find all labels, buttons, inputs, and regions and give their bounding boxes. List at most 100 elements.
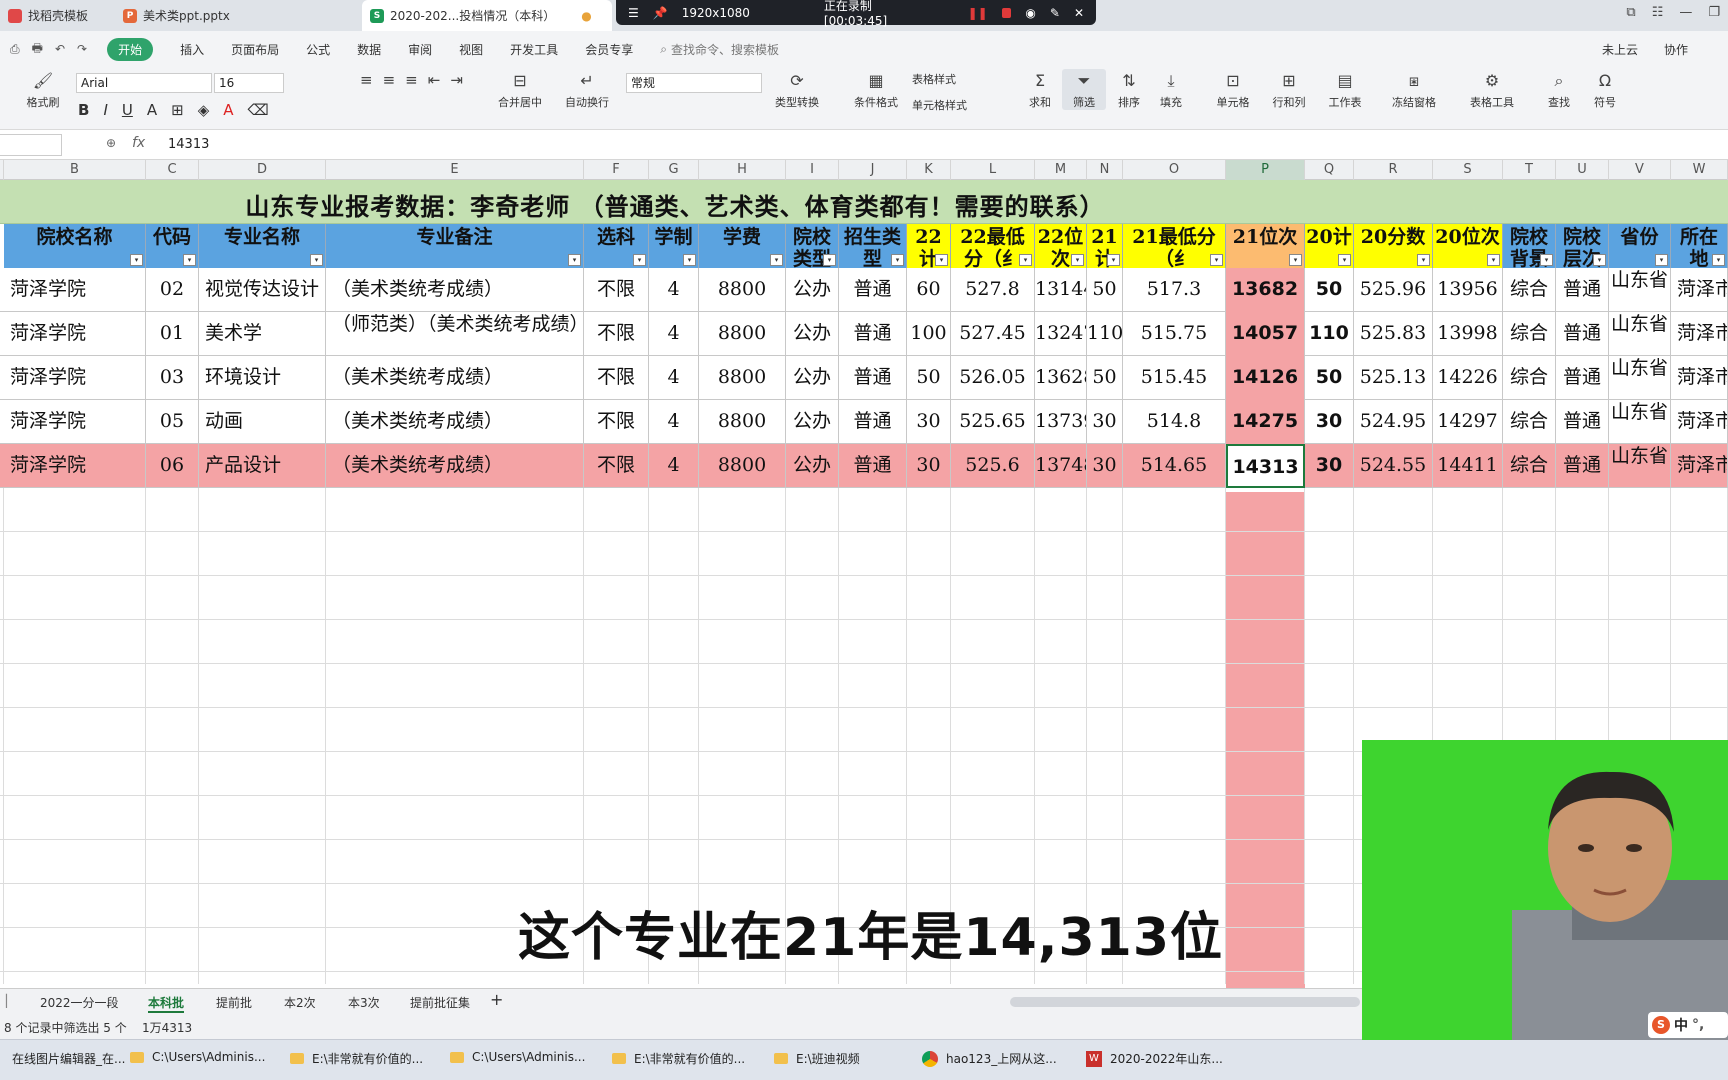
font-family-select[interactable]: Arial (76, 73, 212, 93)
cell-j[interactable]: 普通 (839, 312, 907, 356)
sum-button[interactable]: Σ 求和 (1022, 71, 1058, 110)
cell-l[interactable]: 525.65 (951, 400, 1035, 444)
column-header-k[interactable]: K (907, 160, 951, 180)
cell-t[interactable]: 综合 (1503, 268, 1556, 312)
cell-l[interactable]: 526.05 (951, 356, 1035, 400)
cell-v[interactable]: 山东省 (1609, 444, 1671, 488)
redo-icon[interactable]: ↷ (77, 42, 87, 56)
cell-r[interactable]: 524.55 (1354, 444, 1433, 488)
strikethrough-icon[interactable]: A (147, 101, 157, 119)
column-header-h[interactable]: H (699, 160, 786, 180)
filter-dropdown-icon[interactable]: ▾ (1019, 254, 1032, 266)
cell-g[interactable]: 4 (649, 268, 699, 312)
undo-icon[interactable]: ↶ (55, 42, 65, 56)
pin-icon[interactable]: 📌 (653, 6, 668, 20)
align-bottom-icon[interactable]: ≡ (405, 71, 418, 89)
menu-formula[interactable]: 公式 (306, 41, 330, 58)
sheet-tab-benke[interactable]: 本科批 (148, 994, 185, 1013)
taskbar-item[interactable]: C:\Users\Adminis... (450, 1050, 585, 1064)
cell-g[interactable]: 4 (649, 400, 699, 444)
cell-style-button[interactable]: 单元格样式 (912, 97, 1002, 113)
filter-dropdown-icon[interactable]: ▾ (770, 254, 783, 266)
column-header-q[interactable]: Q (1305, 160, 1354, 180)
cell-b[interactable]: 菏泽学院 (4, 356, 146, 400)
cell-v[interactable]: 山东省 (1609, 356, 1671, 400)
ime-indicator[interactable]: S 中 °, (1648, 1012, 1728, 1038)
menu-review[interactable]: 审阅 (408, 41, 432, 58)
taskbar-item[interactable]: C:\Users\Adminis... (130, 1050, 265, 1064)
cell-k[interactable]: 60 (907, 268, 951, 312)
formula-input[interactable]: 14313 (168, 137, 209, 152)
header-cell-u[interactable]: 院校层次 ▾ (1556, 224, 1609, 268)
column-header-c[interactable]: C (146, 160, 199, 180)
menu-icon[interactable]: ☰ (628, 6, 639, 20)
menu-start[interactable]: 开始 (107, 37, 154, 61)
format-painter-button[interactable]: 🖌 格式刷 (18, 71, 68, 110)
header-cell-o[interactable]: 21最低分（纟 ▾ (1123, 224, 1226, 268)
cell-o[interactable]: 515.45 (1123, 356, 1226, 400)
header-cell-n[interactable]: 21计 ▾ (1087, 224, 1123, 268)
cell-s[interactable]: 14297 (1433, 400, 1503, 444)
column-header-w[interactable]: W (1671, 160, 1728, 180)
sheet-tab-ben2[interactable]: 本2次 (284, 994, 316, 1011)
menu-page-layout[interactable]: 页面布局 (231, 41, 279, 58)
filter-dropdown-icon[interactable]: ▾ (1540, 254, 1553, 266)
cell-e[interactable]: （美术类统考成绩） (326, 444, 584, 488)
sheet-tab-tiqian[interactable]: 提前批 (216, 994, 252, 1011)
sort-button[interactable]: ⇅ 排序 (1110, 71, 1148, 110)
cell-h[interactable]: 8800 (699, 400, 786, 444)
cell-e[interactable]: （美术类统考成绩） (326, 268, 584, 312)
column-header-s[interactable]: S (1433, 160, 1503, 180)
cell-j[interactable]: 普通 (839, 400, 907, 444)
sheet-tab-ben3[interactable]: 本3次 (348, 994, 380, 1011)
header-cell-i[interactable]: 院校类型 ▾ (786, 224, 839, 268)
filter-dropdown-icon[interactable]: ▾ (1107, 254, 1120, 266)
find-button[interactable]: ⌕ 查找 (1540, 71, 1578, 110)
filter-dropdown-icon[interactable]: ▾ (1593, 254, 1606, 266)
cell-f[interactable]: 不限 (584, 356, 649, 400)
merge-center-button[interactable]: ⊟ 合并居中 (490, 71, 550, 110)
conditional-format-button[interactable]: ▦ 条件格式 (846, 71, 906, 110)
freeze-panes-button[interactable]: ⧆ 冻结窗格 (1384, 71, 1444, 110)
cell-r[interactable]: 524.95 (1354, 400, 1433, 444)
cell-q[interactable]: 50 (1305, 268, 1354, 312)
cell-p[interactable]: 14313 (1226, 444, 1305, 488)
cell-u[interactable]: 普通 (1556, 268, 1609, 312)
header-cell-j[interactable]: 招生类型 ▾ (839, 224, 907, 268)
font-color-icon[interactable]: A (223, 101, 233, 119)
cell-b[interactable]: 菏泽学院 (4, 400, 146, 444)
zoom-formula-icon[interactable]: ⊕ (106, 136, 116, 150)
cell-v[interactable]: 山东省 (1609, 268, 1671, 312)
cell-d[interactable]: 动画 (199, 400, 326, 444)
column-header-d[interactable]: D (199, 160, 326, 180)
cell-e[interactable]: （师范类）（美术类统考成绩） (326, 312, 584, 356)
cell-o[interactable]: 514.8 (1123, 400, 1226, 444)
cell-n[interactable]: 50 (1087, 268, 1123, 312)
cell-t[interactable]: 综合 (1503, 444, 1556, 488)
cell-w[interactable]: 菏泽市 (1671, 400, 1728, 444)
header-cell-k[interactable]: 22计 ▾ (907, 224, 951, 268)
cloud-status[interactable]: 未上云 (1602, 41, 1638, 58)
cell-i[interactable]: 公办 (786, 268, 839, 312)
cell-o[interactable]: 514.65 (1123, 444, 1226, 488)
worksheet-button[interactable]: ▤ 工作表 (1320, 71, 1370, 110)
close-icon[interactable]: ✕ (1074, 6, 1084, 20)
table-tools-button[interactable]: ⚙ 表格工具 (1462, 71, 1522, 110)
menu-view[interactable]: 视图 (459, 41, 483, 58)
cell-w[interactable]: 菏泽市 (1671, 444, 1728, 488)
cell-c[interactable]: 01 (146, 312, 199, 356)
type-convert-button[interactable]: ⟳ 类型转换 (766, 71, 828, 110)
cell-t[interactable]: 综合 (1503, 400, 1556, 444)
cell-p[interactable]: 14275 (1226, 400, 1305, 444)
cell-n[interactable]: 30 (1087, 400, 1123, 444)
cell-f[interactable]: 不限 (584, 312, 649, 356)
cell-c[interactable]: 05 (146, 400, 199, 444)
menu-developer[interactable]: 开发工具 (510, 41, 558, 58)
sheet-tab-yifenyiduan[interactable]: 2022一分一段 (40, 994, 119, 1011)
stop-icon[interactable] (1001, 7, 1012, 18)
column-header-n[interactable]: N (1087, 160, 1123, 180)
column-header-b[interactable]: B (4, 160, 146, 180)
header-cell-c[interactable]: 代码 ▾ (146, 224, 199, 268)
cell-w[interactable]: 菏泽市 (1671, 268, 1728, 312)
cell-f[interactable]: 不限 (584, 268, 649, 312)
